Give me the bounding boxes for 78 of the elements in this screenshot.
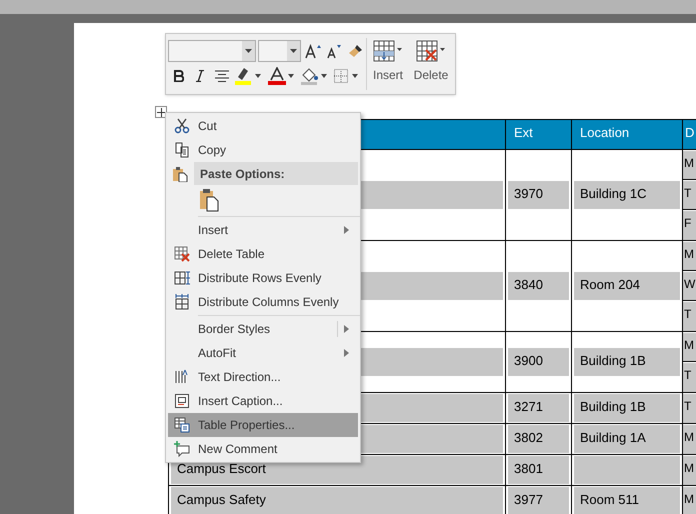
submenu-arrow-icon xyxy=(344,325,349,333)
clipboard-icon xyxy=(199,188,219,212)
table-cell: 3900 xyxy=(508,348,569,376)
move-icon xyxy=(156,108,166,116)
context-menu-item[interactable]: Table Properties... xyxy=(168,413,358,437)
scissors-icon xyxy=(174,118,190,134)
table-cell: Building 1B xyxy=(574,394,680,422)
center-align-icon xyxy=(215,70,229,82)
table-cell: T xyxy=(683,394,696,423)
caret-icon xyxy=(321,74,327,78)
highlighter-icon xyxy=(235,67,253,85)
context-menu-item[interactable]: Delete Table xyxy=(168,242,358,266)
paintbrush-icon xyxy=(348,43,364,59)
submenu-arrow-icon xyxy=(344,349,349,357)
context-menu-item[interactable]: Insert xyxy=(168,218,358,242)
font-color-icon xyxy=(268,67,286,85)
caret-icon xyxy=(290,49,297,53)
table-header-cell-text: D xyxy=(684,124,696,142)
context-menu-item[interactable]: Copy xyxy=(168,138,358,162)
distribute-rows-icon xyxy=(174,270,190,286)
table-cell: T xyxy=(683,302,696,331)
insert-table-icon xyxy=(373,40,403,64)
table-cell: Building 1B xyxy=(574,348,680,376)
caption-icon xyxy=(174,393,190,409)
table-cell: M xyxy=(683,425,696,454)
table-properties-icon xyxy=(174,417,190,433)
table-cell: 3970 xyxy=(508,181,569,209)
copy-icon xyxy=(174,142,190,158)
context-menu-item[interactable]: Text Direction... xyxy=(168,365,358,389)
table-cell: Building 1A xyxy=(574,425,680,453)
table-move-handle[interactable] xyxy=(155,106,167,118)
context-menu-item[interactable]: Distribute Columns Evenly xyxy=(168,290,358,314)
shrink-font-icon xyxy=(326,43,342,59)
table-cell: T xyxy=(683,181,696,209)
table-cell: M xyxy=(683,333,696,361)
delete-table-icon xyxy=(416,40,446,64)
context-menu-item[interactable]: Insert Caption... xyxy=(168,389,358,413)
table-cell: W xyxy=(683,272,696,300)
table-cell: 3271 xyxy=(508,394,569,422)
italic-icon xyxy=(196,70,204,82)
text-direction-icon xyxy=(174,369,190,385)
insert-table-button[interactable]: Insert xyxy=(367,34,409,94)
caret-icon xyxy=(288,74,294,78)
paste-options-heading: Paste Options: xyxy=(194,162,358,185)
table-cell: Room 511 xyxy=(574,487,680,514)
caret-icon xyxy=(255,74,261,78)
table-cell: 3977 xyxy=(508,487,569,514)
table-header-cell: Location xyxy=(572,120,683,149)
caret-icon xyxy=(352,74,358,78)
distribute-columns-icon xyxy=(174,294,190,310)
grow-font-icon xyxy=(304,43,321,59)
table-cell: M xyxy=(683,242,696,270)
context-menu-item[interactable]: Distribute Rows Evenly xyxy=(168,266,358,290)
delete-table-icon xyxy=(174,246,190,262)
context-menu-item[interactable]: AutoFit xyxy=(168,341,358,365)
keep-formatting-paste-button[interactable] xyxy=(198,187,220,213)
table-cell: M xyxy=(683,487,696,514)
table-cell: T xyxy=(683,363,696,392)
table-cell: 3802 xyxy=(508,425,569,453)
table-cell: 3840 xyxy=(508,272,569,300)
table-cell: M xyxy=(683,151,696,179)
borders-icon xyxy=(334,69,348,83)
table-cell: 3801 xyxy=(508,456,569,484)
table-header-cell: Ext xyxy=(506,120,572,149)
table-cell: M xyxy=(683,456,696,485)
table-cell: F xyxy=(683,211,696,240)
table-cell: Room 204 xyxy=(574,272,680,300)
table-cell: Building 1C xyxy=(574,181,680,209)
delete-table-button[interactable]: Delete xyxy=(409,34,453,94)
context-menu-item[interactable]: Cut xyxy=(168,114,358,138)
bold-icon xyxy=(174,70,184,82)
submenu-arrow-icon xyxy=(344,226,349,234)
context-menu-item[interactable]: Border Styles xyxy=(168,317,358,341)
paint-bucket-icon xyxy=(301,67,319,85)
caret-icon xyxy=(244,49,252,53)
table-cell: Campus Safety xyxy=(171,487,503,514)
clipboard-icon xyxy=(172,166,188,182)
comment-icon xyxy=(174,441,190,457)
